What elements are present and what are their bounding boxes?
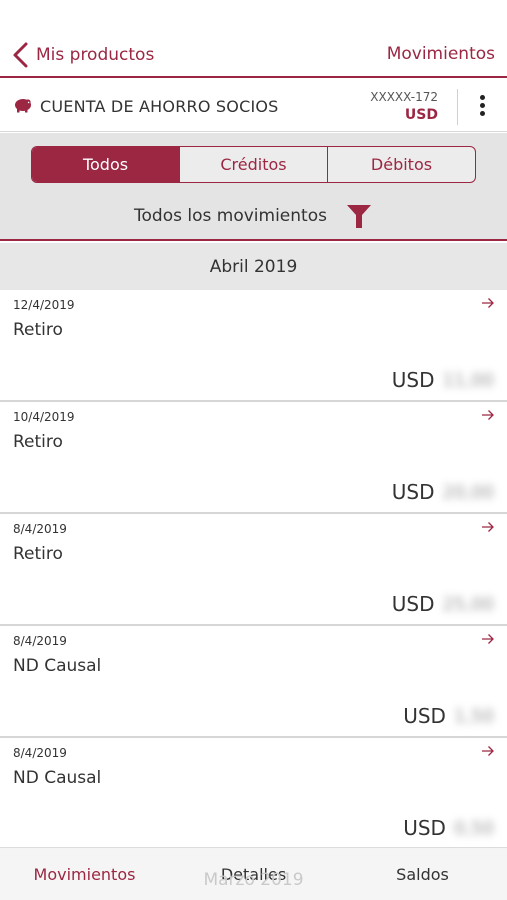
amount-currency: USD	[403, 704, 446, 728]
tab-todos[interactable]: Todos	[32, 147, 179, 182]
tab-detalles[interactable]: Detalles	[169, 848, 338, 900]
piggy-bank-icon	[15, 99, 31, 113]
transaction-row[interactable]: 8/4/2019 ND Causal USD 1,50	[0, 626, 507, 738]
amount-value-blurred: 20,00	[442, 481, 494, 503]
transaction-date: 8/4/2019	[13, 746, 67, 760]
amount-currency: USD	[391, 480, 435, 504]
transaction-row[interactable]: 8/4/2019 Retiro USD 25,00	[0, 514, 507, 626]
transaction-description: ND Causal	[13, 768, 102, 788]
bottom-tab-bar: Movimientos Detalles Saldos	[0, 847, 507, 900]
account-number: XXXXX-172	[370, 90, 438, 104]
arrow-right-icon	[482, 746, 494, 756]
transaction-amount: USD 20,00	[392, 480, 494, 504]
transaction-row[interactable]: 10/4/2019 Retiro USD 20,00	[0, 402, 507, 514]
transaction-description: ND Causal	[13, 656, 102, 676]
movement-type-selector: Todos Créditos Débitos	[31, 146, 476, 183]
transaction-amount: USD 1,50	[403, 704, 494, 728]
divider	[457, 89, 458, 125]
arrow-right-icon	[482, 298, 494, 308]
more-options-icon[interactable]	[474, 93, 490, 121]
amount-currency: USD	[391, 368, 435, 392]
tab-movimientos[interactable]: Movimientos	[0, 848, 169, 900]
amount-value-blurred: 0,50	[453, 817, 494, 839]
amount-value-blurred: 11,00	[442, 369, 494, 391]
transaction-description: Retiro	[13, 432, 63, 452]
transaction-date: 12/4/2019	[13, 298, 75, 312]
account-currency: USD	[404, 107, 438, 123]
tab-saldos[interactable]: Saldos	[338, 848, 507, 900]
arrow-right-icon	[482, 634, 494, 644]
filter-panel: Todos Créditos Débitos Todos los movimie…	[0, 133, 507, 241]
chevron-left-icon	[13, 42, 28, 68]
transaction-amount: USD 0,50	[403, 816, 494, 840]
tab-debitos[interactable]: Débitos	[327, 147, 475, 182]
month-header: Abril 2019	[0, 243, 507, 290]
amount-value-blurred: 1,50	[453, 705, 494, 727]
arrow-right-icon	[482, 410, 494, 420]
tab-creditos[interactable]: Créditos	[179, 147, 327, 182]
back-button[interactable]: Mis productos	[10, 40, 154, 70]
account-summary: CUENTA DE AHORRO SOCIOS XXXXX-172 USD	[0, 80, 507, 132]
transaction-amount: USD 11,00	[392, 368, 494, 392]
movement-filter-button[interactable]: Todos los movimientos	[0, 201, 507, 231]
page-title: Movimientos	[386, 44, 495, 64]
transaction-date: 10/4/2019	[13, 410, 75, 424]
transaction-date: 8/4/2019	[13, 522, 67, 536]
back-label: Mis productos	[36, 45, 155, 65]
transaction-list: 12/4/2019 Retiro USD 11,00 10/4/2019 Ret…	[0, 290, 507, 850]
top-bar: Mis productos Movimientos	[0, 0, 507, 78]
account-name: CUENTA DE AHORRO SOCIOS	[40, 97, 279, 116]
transaction-row[interactable]: 8/4/2019 ND Causal USD 0,50	[0, 738, 507, 850]
transaction-description: Retiro	[13, 320, 63, 340]
transaction-amount: USD 25,00	[392, 592, 494, 616]
amount-currency: USD	[391, 592, 435, 616]
transaction-date: 8/4/2019	[13, 634, 67, 648]
arrow-right-icon	[482, 522, 494, 532]
funnel-icon	[346, 205, 371, 228]
amount-value-blurred: 25,00	[442, 593, 494, 615]
filter-label: Todos los movimientos	[134, 206, 327, 226]
transaction-description: Retiro	[13, 544, 63, 564]
amount-currency: USD	[403, 816, 446, 840]
transaction-row[interactable]: 12/4/2019 Retiro USD 11,00	[0, 290, 507, 402]
